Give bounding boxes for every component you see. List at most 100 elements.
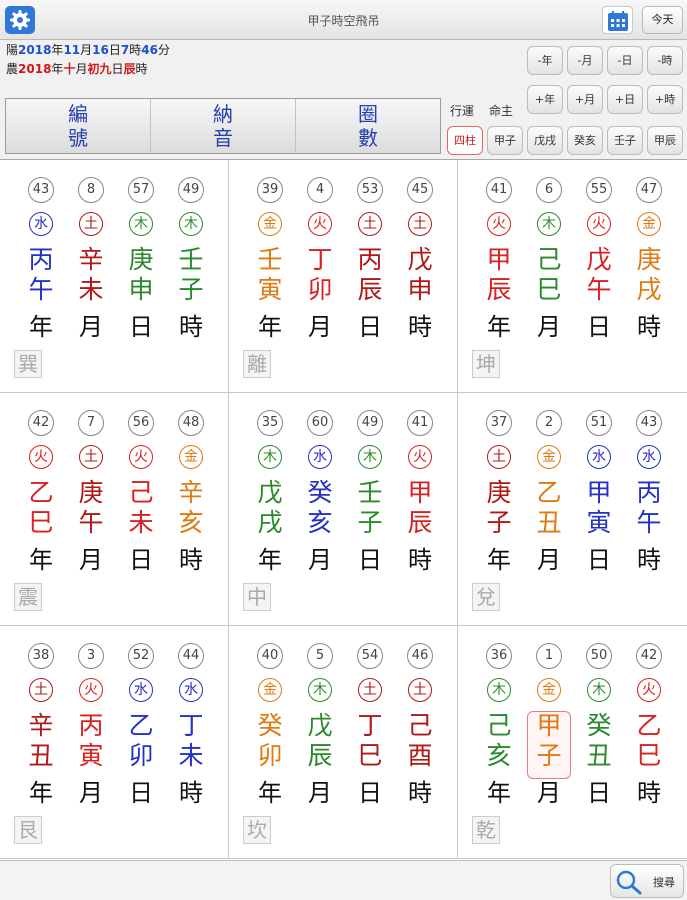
element-badge: 金 bbox=[537, 678, 561, 702]
palace-cell[interactable]: 42 火乙巳年 7 土庚午月 56 火己未日 48 金辛亥時震 bbox=[0, 393, 229, 626]
plus-year-button[interactable]: +年 bbox=[527, 85, 563, 114]
pillar-number: 52 bbox=[128, 643, 154, 669]
pillar-number: 1 bbox=[536, 643, 562, 669]
element-badge: 木 bbox=[308, 678, 332, 702]
settings-button[interactable] bbox=[5, 6, 35, 34]
earthly-branch: 亥 bbox=[486, 741, 512, 770]
earthly-branch: 未 bbox=[78, 275, 104, 304]
tab-cycles[interactable]: 圈 數 bbox=[296, 99, 440, 153]
pillar-position-label: 日 bbox=[587, 546, 611, 574]
heavenly-stem: 戊 bbox=[407, 245, 433, 274]
pillar-position-label: 月 bbox=[79, 546, 103, 574]
trigram-label: 離 bbox=[243, 350, 271, 378]
tab-number[interactable]: 編 號 bbox=[6, 99, 151, 153]
pillar-position-label: 月 bbox=[308, 546, 332, 574]
heavenly-stem: 庚 bbox=[636, 245, 662, 274]
element-badge: 火 bbox=[29, 445, 53, 469]
pillar-position-label: 月 bbox=[79, 779, 103, 807]
pillar-number: 7 bbox=[78, 410, 104, 436]
search-button[interactable]: 搜尋 bbox=[610, 864, 684, 898]
pillar-renzi-button[interactable]: 壬子 bbox=[607, 126, 643, 155]
palace-cell[interactable]: 40 金癸卯年 5 木戊辰月 54 土丁巳日 46 土己酉時坎 bbox=[229, 626, 458, 859]
pillar-number: 42 bbox=[636, 643, 662, 669]
pillar-four-button[interactable]: 四柱 bbox=[447, 126, 483, 155]
element-badge: 水 bbox=[308, 445, 332, 469]
heavenly-stem: 壬 bbox=[178, 245, 204, 274]
earthly-branch: 亥 bbox=[307, 508, 333, 537]
heavenly-stem: 癸 bbox=[257, 711, 283, 740]
trigram-label: 震 bbox=[14, 583, 42, 611]
pillar-number: 51 bbox=[586, 410, 612, 436]
element-badge: 水 bbox=[637, 445, 661, 469]
element-badge: 土 bbox=[79, 212, 103, 236]
pillar-number: 40 bbox=[257, 643, 283, 669]
palace-cell[interactable]: 39 金壬寅年 4 火丁卯月 53 土丙辰日 45 土戊申時離 bbox=[229, 160, 458, 393]
pillar-position-label: 日 bbox=[358, 546, 382, 574]
heavenly-stem: 己 bbox=[128, 478, 154, 507]
palace-cell[interactable]: 36 木己亥年 1 金甲子月 50 木癸丑日 42 火乙巳時乾 bbox=[458, 626, 687, 859]
element-badge: 木 bbox=[258, 445, 282, 469]
plus-day-button[interactable]: +日 bbox=[607, 85, 643, 114]
element-badge: 金 bbox=[179, 445, 203, 469]
palace-cell[interactable]: 41 火甲辰年 6 木己巳月 55 火戊午日 47 金庚戌時坤 bbox=[458, 160, 687, 393]
earthly-branch: 午 bbox=[28, 275, 54, 304]
earthly-branch: 巳 bbox=[536, 275, 562, 304]
tab-nayin[interactable]: 納 音 bbox=[151, 99, 296, 153]
top-bar: 甲子時空飛吊 今天 bbox=[0, 0, 687, 40]
plus-hour-button[interactable]: +時 bbox=[647, 85, 683, 114]
earthly-branch: 卯 bbox=[257, 741, 283, 770]
earthly-branch: 戌 bbox=[636, 275, 662, 304]
element-badge: 木 bbox=[358, 445, 382, 469]
minus-day-button[interactable]: -日 bbox=[607, 46, 643, 75]
today-button[interactable]: 今天 bbox=[642, 6, 683, 34]
element-badge: 金 bbox=[637, 212, 661, 236]
earthly-branch: 卯 bbox=[307, 275, 333, 304]
pillar-position-label: 日 bbox=[129, 546, 153, 574]
minus-year-button[interactable]: -年 bbox=[527, 46, 563, 75]
solar-date-segment: 7 bbox=[120, 43, 130, 57]
pillar-position-label: 時 bbox=[179, 779, 203, 807]
pillar-position-label: 時 bbox=[179, 546, 203, 574]
pillar-number: 3 bbox=[78, 643, 104, 669]
pillar-position-label: 月 bbox=[537, 546, 561, 574]
heavenly-stem: 癸 bbox=[586, 711, 612, 740]
pillar-guihai-button[interactable]: 癸亥 bbox=[567, 126, 603, 155]
earthly-branch: 子 bbox=[536, 741, 562, 770]
heavenly-stem: 甲 bbox=[536, 711, 562, 740]
pillar-jiachen-button[interactable]: 甲辰 bbox=[647, 126, 683, 155]
calendar-icon bbox=[608, 11, 628, 31]
heavenly-stem: 丁 bbox=[178, 711, 204, 740]
earthly-branch: 丑 bbox=[536, 508, 562, 537]
pillar-number: 47 bbox=[636, 177, 662, 203]
earthly-branch: 亥 bbox=[178, 508, 204, 537]
heavenly-stem: 乙 bbox=[636, 711, 662, 740]
minus-hour-button[interactable]: -時 bbox=[647, 46, 683, 75]
earthly-branch: 巳 bbox=[28, 508, 54, 537]
heavenly-stem: 辛 bbox=[28, 711, 54, 740]
plus-month-button[interactable]: +月 bbox=[567, 85, 603, 114]
solar-date-segment: 11 bbox=[63, 43, 81, 57]
palace-cell[interactable]: 43 水丙午年 8 土辛未月 57 木庚申日 49 木壬子時巽 bbox=[0, 160, 229, 393]
pillar-number: 43 bbox=[636, 410, 662, 436]
pillar-number: 55 bbox=[586, 177, 612, 203]
palace-cell[interactable]: 37 土庚子年 2 金乙丑月 51 水甲寅日 43 水丙午時兌 bbox=[458, 393, 687, 626]
earthly-branch: 辰 bbox=[307, 741, 333, 770]
pillar-position-label: 時 bbox=[408, 546, 432, 574]
earthly-branch: 子 bbox=[357, 508, 383, 537]
calendar-button[interactable] bbox=[602, 6, 633, 34]
pillar-number: 39 bbox=[257, 177, 283, 203]
earthly-branch: 辰 bbox=[407, 508, 433, 537]
earthly-branch: 午 bbox=[586, 275, 612, 304]
solar-date-segment: 46 bbox=[141, 43, 158, 57]
palace-cell[interactable]: 38 土辛丑年 3 火丙寅月 52 水乙卯日 44 水丁未時艮 bbox=[0, 626, 229, 859]
ming-label: 命主 bbox=[489, 104, 514, 118]
trigram-label: 巽 bbox=[14, 350, 42, 378]
element-badge: 火 bbox=[308, 212, 332, 236]
pillar-number: 8 bbox=[78, 177, 104, 203]
palace-cell[interactable]: 35 木戊戌年 60 水癸亥月 49 木壬子日 41 火甲辰時中 bbox=[229, 393, 458, 626]
bottom-bar: 搜尋 bbox=[0, 860, 687, 900]
pillar-position-label: 年 bbox=[487, 779, 511, 807]
pillar-jiazi-button[interactable]: 甲子 bbox=[487, 126, 523, 155]
minus-month-button[interactable]: -月 bbox=[567, 46, 603, 75]
pillar-wuxu-button[interactable]: 戊戌 bbox=[527, 126, 563, 155]
